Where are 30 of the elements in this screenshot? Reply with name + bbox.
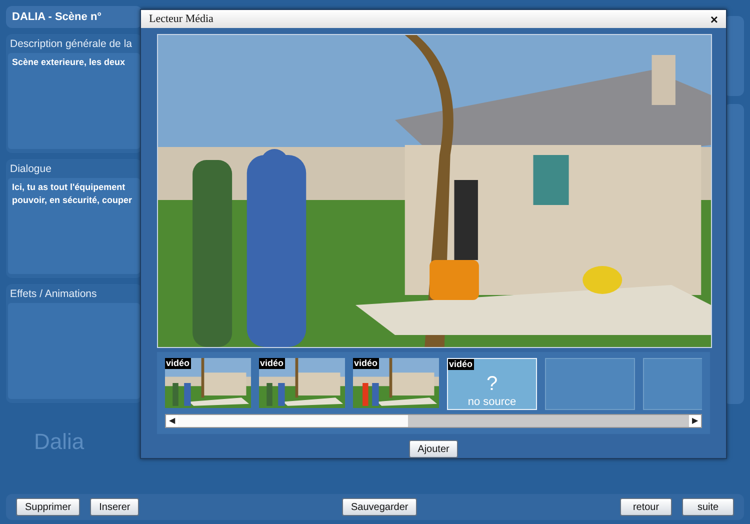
footer-button[interactable]: Inserer xyxy=(90,498,140,516)
panel-title: Effets / Animations xyxy=(9,288,98,300)
scroll-thumb[interactable] xyxy=(178,415,408,427)
footer-button[interactable]: Supprimer xyxy=(16,498,80,516)
app-title: DALIA - Scène n° xyxy=(12,11,102,23)
save-button[interactable]: Sauvegarder xyxy=(342,498,418,516)
panel-title: Description générale de la xyxy=(9,38,133,50)
text-area[interactable]: Scène exterieure, les deux xyxy=(8,53,140,149)
video-thumbnail[interactable]: vidéo xyxy=(259,358,345,408)
question-mark: ? xyxy=(486,373,498,395)
text-area[interactable]: Ici, tu as tout l'équipement pouvoir, en sécurité, couper xyxy=(8,178,140,274)
video-label: vidéo xyxy=(448,359,474,370)
scroll-left-button[interactable]: ◀ xyxy=(166,415,178,427)
video-thumbnail[interactable]: vidéo xyxy=(353,358,439,408)
nav-button[interactable]: retour xyxy=(620,498,672,516)
nav-button[interactable]: suite xyxy=(682,498,734,516)
text-area[interactable] xyxy=(8,303,140,399)
add-button[interactable]: Ajouter xyxy=(408,440,458,458)
empty-slot[interactable]: vidéo ? no source xyxy=(447,358,537,410)
scroll-right-button[interactable]: ▶ xyxy=(689,415,701,427)
video-label: vidéo xyxy=(165,358,191,369)
close-button[interactable]: × xyxy=(710,12,718,26)
video-label: vidéo xyxy=(353,358,379,369)
video-thumbnail[interactable]: vidéo xyxy=(165,358,251,408)
no-source-label: no source xyxy=(468,395,516,409)
dialog-title: Lecteur Média xyxy=(149,13,214,25)
video-label: vidéo xyxy=(259,358,285,369)
scrollbar[interactable]: ◀ ▶ xyxy=(165,414,702,428)
blank-slot[interactable] xyxy=(545,358,635,410)
panel-title: Dialogue xyxy=(9,163,52,175)
